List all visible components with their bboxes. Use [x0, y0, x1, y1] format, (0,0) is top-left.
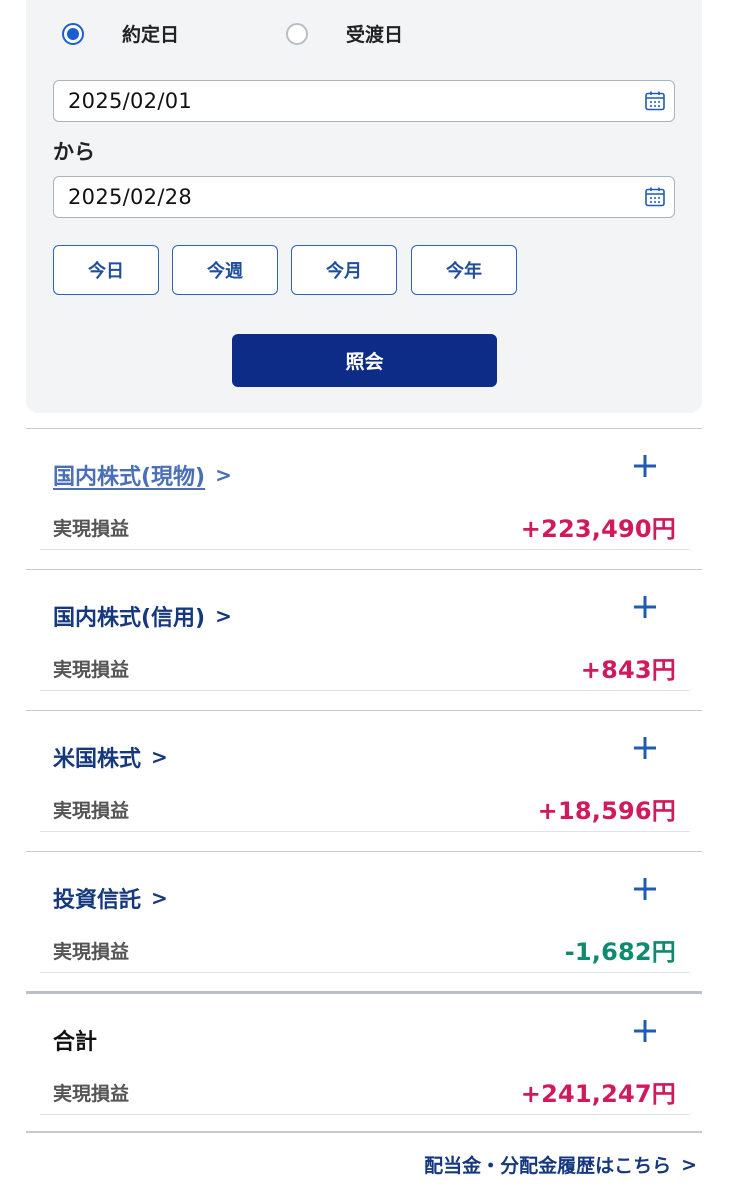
this-week-button[interactable]: 今週	[172, 245, 278, 295]
row-divider	[40, 972, 690, 973]
total-title: 合計	[53, 1024, 97, 1056]
section-us-stock: 米国株式 > 実現損益 +18,596円	[26, 710, 702, 851]
chevron-right-icon: >	[215, 604, 232, 628]
expand-plus-icon[interactable]	[632, 735, 658, 761]
inquiry-button[interactable]: 照会	[232, 334, 497, 387]
section-title[interactable]: 米国株式	[53, 741, 141, 773]
chevron-right-icon: >	[215, 463, 232, 487]
section-title[interactable]: 国内株式(信用)	[53, 600, 205, 632]
calendar-icon[interactable]	[644, 186, 666, 208]
expand-plus-icon[interactable]	[632, 1018, 658, 1044]
row-divider	[40, 831, 690, 832]
date-range-separator: から	[53, 140, 95, 164]
expand-plus-icon[interactable]	[632, 453, 658, 479]
chevron-right-icon: >	[151, 745, 168, 769]
section-title: 合計	[53, 1030, 98, 1055]
realized-pl-value: -1,682円	[564, 938, 676, 966]
section-title-link[interactable]: 国内株式(現物) >	[53, 459, 232, 491]
realized-pl-label: 実現損益	[53, 941, 130, 963]
section-title[interactable]: 投資信託	[53, 882, 141, 914]
expand-plus-icon[interactable]	[632, 876, 658, 902]
from-date-input[interactable]: 2025/02/01	[53, 80, 675, 122]
realized-pl-label: 実現損益	[53, 518, 130, 540]
to-date-input[interactable]: 2025/02/28	[53, 176, 675, 218]
to-date-value: 2025/02/28	[68, 185, 193, 209]
row-divider	[40, 549, 690, 550]
date-type-radio-group: 約定日 受渡日	[62, 20, 699, 50]
radio-trade-date-label: 約定日	[122, 24, 180, 46]
radio-settlement-date[interactable]: 受渡日	[286, 20, 403, 47]
row-divider	[40, 1114, 690, 1115]
section-domestic-stock-margin: 国内株式(信用) > 実現損益 +843円	[26, 569, 702, 710]
from-date-value: 2025/02/01	[68, 89, 193, 113]
section-domestic-stock-cash: 国内株式(現物) > 実現損益 +223,490円	[26, 428, 702, 569]
dividend-history-link[interactable]: 配当金・分配金履歴はこちら >	[424, 1151, 697, 1178]
section-title-link[interactable]: 投資信託 >	[53, 882, 168, 914]
section-title[interactable]: 国内株式(現物)	[53, 459, 205, 491]
calendar-icon[interactable]	[644, 90, 666, 112]
radio-trade-date[interactable]: 約定日	[62, 20, 179, 47]
realized-pl-value: +18,596円	[537, 797, 676, 825]
realized-pl-value: +223,490円	[520, 515, 676, 543]
realized-pl-value: +843円	[580, 656, 676, 684]
realized-pl-label: 実現損益	[53, 1083, 130, 1105]
chevron-right-icon: >	[151, 886, 168, 910]
chevron-right-icon: >	[681, 1153, 697, 1176]
section-total: 合計 実現損益 +241,247円	[26, 991, 702, 1134]
today-button[interactable]: 今日	[53, 245, 159, 295]
section-title-link[interactable]: 国内株式(信用) >	[53, 600, 232, 632]
row-divider	[40, 690, 690, 691]
section-investment-trust: 投資信託 > 実現損益 -1,682円	[26, 851, 702, 992]
realized-pl-label: 実現損益	[53, 800, 130, 822]
this-year-button[interactable]: 今年	[411, 245, 517, 295]
radio-settlement-date-label: 受渡日	[346, 24, 404, 46]
realized-pl-value: +241,247円	[520, 1080, 676, 1108]
radio-unselected-icon[interactable]	[286, 22, 308, 45]
expand-plus-icon[interactable]	[632, 594, 658, 620]
realized-pl-label: 実現損益	[53, 659, 130, 681]
this-month-button[interactable]: 今月	[291, 245, 397, 295]
footer-divider	[26, 1131, 702, 1133]
dividend-history-link-label[interactable]: 配当金・分配金履歴はこちら	[424, 1151, 671, 1178]
section-title-link[interactable]: 米国株式 >	[53, 741, 168, 773]
radio-selected-icon[interactable]	[62, 22, 84, 45]
